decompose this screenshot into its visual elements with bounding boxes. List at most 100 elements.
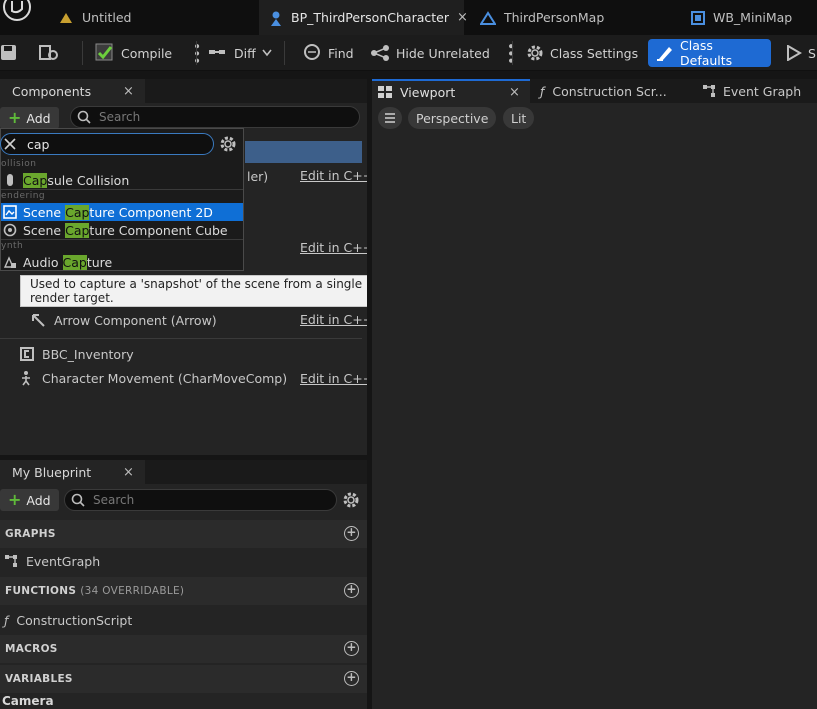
graph-item-eventgraph[interactable]: EventGraph bbox=[4, 550, 100, 572]
tab-viewport[interactable]: Viewport × bbox=[372, 79, 530, 103]
compile-label: Compile bbox=[121, 45, 173, 61]
find-button[interactable]: Find bbox=[302, 35, 354, 71]
gear-icon[interactable] bbox=[219, 135, 237, 153]
variable-category-camera[interactable]: Camera bbox=[2, 694, 54, 708]
viewport-options-button[interactable] bbox=[378, 107, 402, 129]
tab-map-label: ThirdPersonMap bbox=[504, 10, 605, 25]
tab-components[interactable]: Components × bbox=[0, 79, 145, 103]
popup-item-capsule-collision[interactable]: Capsule Collision bbox=[1, 171, 243, 189]
close-icon[interactable]: × bbox=[123, 465, 134, 480]
class-defaults-label: Class Defaults bbox=[680, 38, 733, 68]
play-icon bbox=[786, 45, 802, 61]
construction-tab-label: Construction Scr... bbox=[552, 83, 667, 99]
toolbar-divider bbox=[284, 41, 285, 65]
add-macro-icon[interactable]: + bbox=[344, 641, 359, 656]
add-graph-icon[interactable]: + bbox=[344, 526, 359, 541]
tree-row-partial[interactable]: ler) bbox=[247, 165, 268, 187]
class-settings-label: Class Settings bbox=[550, 45, 639, 61]
popup-divider bbox=[1, 239, 243, 240]
popup-item-label: Audio Capture bbox=[23, 254, 113, 270]
edit-cpp-link[interactable]: Edit in C++ bbox=[300, 240, 373, 255]
popup-item-scene-capture-cube[interactable]: Scene Capture Component Cube bbox=[1, 221, 243, 239]
add-function-icon[interactable]: + bbox=[344, 583, 359, 598]
tab-my-blueprint[interactable]: My Blueprint × bbox=[0, 460, 145, 484]
tree-row-movement[interactable]: Character Movement (CharMoveComp) bbox=[20, 367, 287, 389]
popup-search-value: cap bbox=[27, 137, 50, 152]
popup-item-label: Scene Capture Component 2D bbox=[23, 204, 213, 220]
simulation-label: S bbox=[808, 45, 816, 61]
clear-search-icon[interactable] bbox=[3, 137, 17, 151]
category-rendering: endering bbox=[1, 191, 46, 201]
tree-row-partial-label: ler) bbox=[247, 168, 269, 184]
components-tab-header: Components × bbox=[0, 79, 367, 103]
plus-icon: + bbox=[8, 490, 22, 509]
toolbar-divider bbox=[82, 41, 83, 65]
popup-item-audio-capture[interactable]: Audio Capture bbox=[1, 253, 243, 271]
browse-button[interactable] bbox=[38, 35, 60, 71]
components-search-input[interactable]: Search bbox=[70, 106, 360, 128]
tab-wb-minimap[interactable]: WB_MiniMap bbox=[681, 0, 817, 35]
section-graphs[interactable]: GRAPHS + bbox=[0, 520, 367, 548]
category-collision: ollision bbox=[1, 159, 37, 169]
scene-capture-cube-icon bbox=[3, 223, 17, 237]
edit-cpp-link[interactable]: Edit in C++ bbox=[300, 312, 373, 327]
blueprint-search-input[interactable]: Search bbox=[64, 489, 337, 511]
tab-construction-script[interactable]: ƒ Construction Scr... bbox=[540, 79, 667, 103]
my-blueprint-tab-label: My Blueprint bbox=[12, 464, 92, 480]
viewport-canvas[interactable] bbox=[372, 103, 817, 709]
popup-search-input[interactable]: cap bbox=[0, 133, 214, 155]
edit-cpp-link[interactable]: Edit in C++ bbox=[300, 168, 373, 183]
add-component-button[interactable]: + Add bbox=[0, 107, 59, 129]
tab-untitled[interactable]: Untitled bbox=[48, 0, 253, 35]
class-settings-button[interactable]: Class Settings bbox=[526, 35, 638, 71]
tree-row-arrow[interactable]: Arrow Component (Arrow) bbox=[30, 309, 217, 331]
hide-unrelated-options-icon[interactable]: ••• bbox=[502, 42, 518, 64]
tree-row-inventory[interactable]: BBC_Inventory bbox=[20, 343, 134, 365]
components-tab-label: Components bbox=[12, 83, 92, 99]
close-icon[interactable]: × bbox=[509, 85, 520, 100]
function-item-constructionscript[interactable]: ƒ ConstructionScript bbox=[4, 609, 132, 631]
tab-close-icon[interactable]: × bbox=[457, 10, 468, 25]
category-synth: ynth bbox=[1, 241, 24, 251]
toolbar-divider bbox=[196, 41, 197, 65]
audio-capture-icon bbox=[3, 255, 17, 269]
compile-icon bbox=[95, 43, 115, 63]
blueprint-icon bbox=[269, 10, 283, 26]
find-icon bbox=[302, 43, 322, 63]
add-component-popup: cap ollision Capsule Collision endering … bbox=[0, 128, 244, 271]
tab-thirdpersonmap[interactable]: ThirdPersonMap bbox=[470, 0, 675, 35]
search-icon bbox=[77, 110, 91, 124]
popup-divider bbox=[1, 189, 243, 190]
edit-cpp-link[interactable]: Edit in C++ bbox=[300, 371, 373, 386]
hide-unrelated-icon bbox=[370, 44, 390, 62]
gear-icon[interactable] bbox=[342, 491, 360, 509]
unreal-logo-icon[interactable] bbox=[2, 0, 32, 22]
tab-event-graph[interactable]: Event Graph bbox=[702, 79, 801, 103]
my-blueprint-tab-header: My Blueprint × bbox=[0, 460, 367, 484]
compile-button[interactable]: Compile ••• bbox=[95, 35, 204, 71]
toolbar-divider bbox=[512, 41, 513, 65]
lit-button[interactable]: Lit bbox=[503, 107, 535, 129]
add-variable-icon[interactable]: + bbox=[344, 671, 359, 686]
popup-item-scene-capture-2d[interactable]: Scene Capture Component 2D bbox=[1, 203, 243, 221]
section-variables[interactable]: VARIABLES + bbox=[0, 665, 367, 693]
close-icon[interactable]: × bbox=[123, 84, 134, 99]
find-label: Find bbox=[328, 45, 354, 61]
save-icon bbox=[0, 44, 18, 62]
tab-bp-thirdpersoncharacter[interactable]: BP_ThirdPersonCharacter × bbox=[259, 0, 468, 35]
diff-button[interactable]: Diff bbox=[208, 35, 272, 71]
functions-overridable-count: (34 OVERRIDABLE) bbox=[80, 585, 185, 597]
add-blueprint-item-button[interactable]: + Add bbox=[0, 489, 59, 511]
search-placeholder: Search bbox=[99, 110, 141, 124]
section-macros[interactable]: MACROS + bbox=[0, 635, 367, 663]
save-button[interactable] bbox=[0, 35, 18, 71]
section-functions[interactable]: FUNCTIONS (34 OVERRIDABLE) + bbox=[0, 577, 367, 605]
perspective-button[interactable]: Perspective bbox=[408, 107, 497, 129]
scene-capture-2d-icon bbox=[3, 205, 17, 219]
tab-bp-label: BP_ThirdPersonCharacter bbox=[291, 10, 449, 25]
class-defaults-button[interactable]: Class Defaults bbox=[648, 38, 771, 68]
search-icon bbox=[71, 493, 85, 507]
hide-unrelated-button[interactable]: Hide Unrelated ••• bbox=[370, 35, 518, 71]
simulation-button[interactable]: S bbox=[786, 35, 816, 71]
plus-icon: + bbox=[8, 108, 22, 127]
